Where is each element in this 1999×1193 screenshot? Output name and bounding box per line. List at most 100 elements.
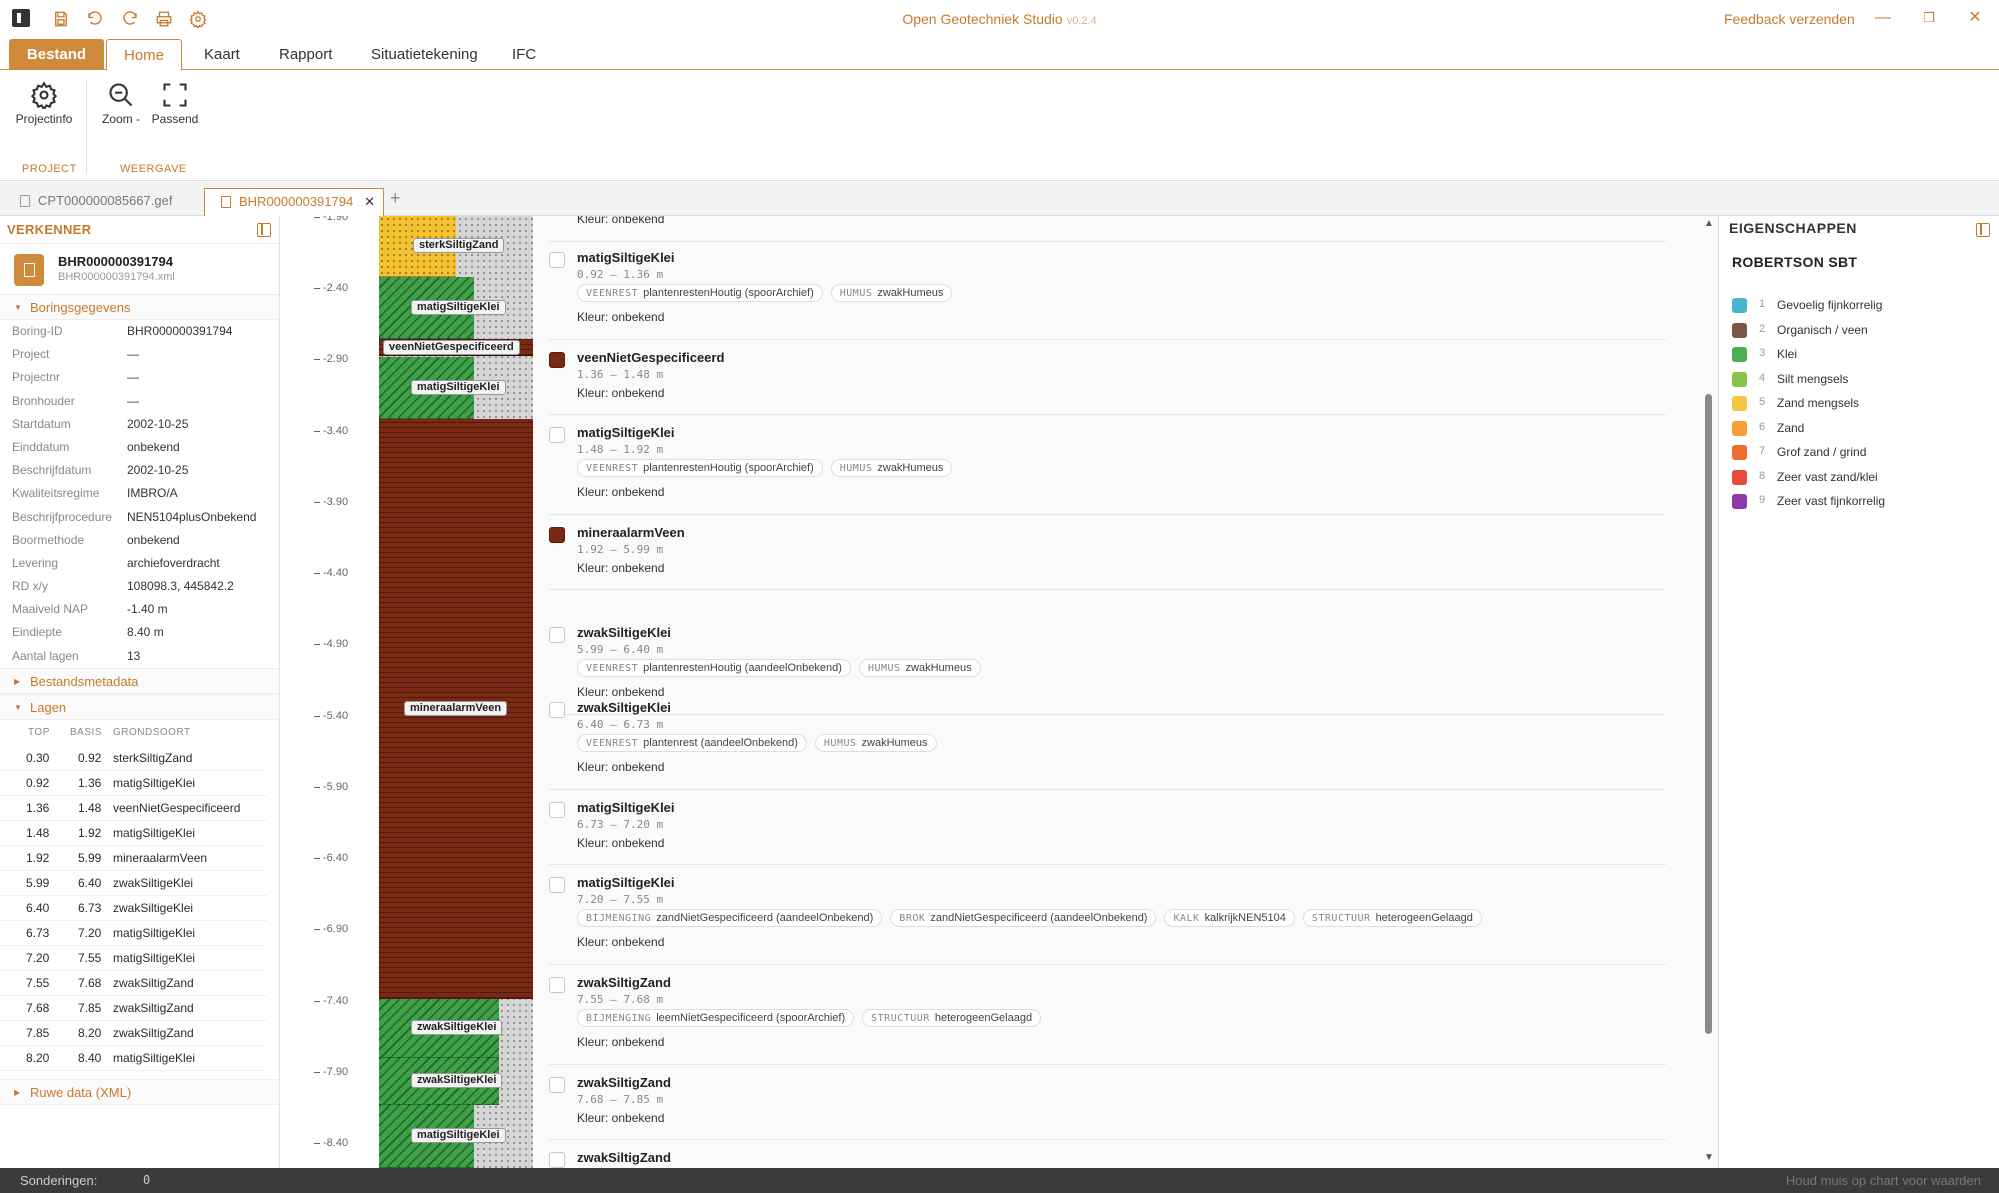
legend-item: 1 Gevoelig fijnkorrelig <box>1732 294 1992 318</box>
layer-list-item[interactable]: zwakSiltigZand 7.55 – 7.68 m BIJMENGING lee… <box>549 965 1666 1065</box>
layer-row[interactable]: 8.20 8.40 matigSiltigeKlei <box>0 1046 267 1071</box>
doc-tab-cpt[interactable]: CPT000000085667.gef <box>4 188 202 216</box>
layer-row[interactable]: 1.92 5.99 mineraalarmVeen <box>0 846 267 871</box>
layer-checkbox[interactable] <box>549 877 565 893</box>
document-tabs: CPT000000085667.gef BHR000000391794 ✕ <box>0 182 1999 216</box>
layer-checkbox[interactable] <box>549 802 565 818</box>
caret-right-icon: ▶ <box>14 1087 21 1097</box>
layer-soil: veenNietGespecificeerd <box>113 800 241 815</box>
layer-name: zwakSiltigZand <box>577 975 671 990</box>
boring-log-chart[interactable]: -1.90 -2.40 -2.90 -3.40 -3.90 -4.40 -4.90 -5.40… <box>281 216 534 1168</box>
file-card[interactable]: BHR000000391794 BHR000000391794.xml <box>0 250 279 294</box>
section-ruwe-data[interactable]: ▶ Ruwe data (XML) <box>0 1078 279 1105</box>
layer-row[interactable]: 1.48 1.92 matigSiltigeKlei <box>0 821 267 846</box>
layer-row[interactable]: 7.68 7.85 zwakSiltigZand <box>0 996 267 1021</box>
layer-checkbox[interactable] <box>549 977 565 993</box>
layer-list-item[interactable]: matigSiltigeKlei 6.73 – 7.20 m Kleur: onbe… <box>549 790 1666 865</box>
zoom-out-button[interactable]: Zoom - <box>98 81 144 126</box>
layer-row[interactable]: 7.85 8.20 zwakSiltigZand <box>0 1021 267 1046</box>
property-value: BHR000000391794 <box>127 324 233 338</box>
property-tag: VEENREST plantenrest (aandeelOnbekend) <box>577 734 807 752</box>
layer-checkbox[interactable] <box>549 252 565 268</box>
layer-list-item[interactable]: matigSiltigeKlei 7.20 – 7.55 m BIJMENGING z… <box>549 865 1666 965</box>
tab-rapport[interactable]: Rapport <box>269 39 342 70</box>
section-lagen[interactable]: ▼ Lagen <box>0 693 279 720</box>
section-boringsgegevens[interactable]: ▼ Boringsgegevens <box>0 294 279 320</box>
close-tab-icon[interactable]: ✕ <box>364 189 375 215</box>
scroll-thumb[interactable] <box>1705 394 1712 1034</box>
layer-soil: zwakSiltigeKlei <box>113 875 194 890</box>
layer-list-item[interactable]: zwakSiltigeKlei 6.40 – 6.73 m VEENREST plan… <box>549 690 1666 790</box>
projectinfo-button[interactable]: Projectinfo <box>15 81 73 126</box>
tab-kaart[interactable]: Kaart <box>194 39 250 70</box>
tab-situatietekening[interactable]: Situatietekening <box>361 39 488 70</box>
layer-checkbox[interactable] <box>549 427 565 443</box>
depth-tick-label: -5.90 <box>313 780 349 793</box>
layer-checkbox[interactable] <box>549 352 565 368</box>
soil-layer-label: matigSiltigeKlei <box>411 1128 506 1144</box>
layer-checkbox[interactable] <box>549 627 565 643</box>
scroll-up-icon[interactable]: ▲ <box>1704 218 1714 229</box>
property-value: — <box>127 370 139 385</box>
layer-row[interactable]: 7.55 7.68 zwakSiltigZand <box>0 971 267 996</box>
property-value: 108098.3, 445842.2 <box>127 579 234 594</box>
layer-list-item[interactable]: matigSiltigeKlei 1.48 – 1.92 m VEENREST pla… <box>549 415 1666 515</box>
layer-row[interactable]: 6.40 6.73 zwakSiltigeKlei <box>0 896 267 921</box>
layer-checkbox[interactable] <box>549 527 565 543</box>
add-tab-icon[interactable]: + <box>390 188 401 209</box>
layer-row[interactable]: 7.20 7.55 matigSiltigeKlei <box>0 946 267 971</box>
property-tag: VEENREST plantenrestenHoutig (aandeelOnbe… <box>577 659 851 677</box>
property-row: Maaiveld NAP -1.40 m <box>0 598 279 621</box>
layer-row[interactable]: 1.36 1.48 veenNietGespecificeerd <box>0 796 267 821</box>
scroll-down-icon[interactable]: ▼ <box>1704 1152 1714 1163</box>
layer-row[interactable]: 0.92 1.36 matigSiltigeKlei <box>0 771 267 796</box>
property-row: Boormethode onbekend <box>0 529 279 552</box>
layer-top: 7.20 <box>26 950 50 965</box>
layer-top: 6.40 <box>26 900 50 915</box>
layer-soil: matigSiltigeKlei <box>113 925 196 940</box>
layer-checkbox[interactable] <box>549 1152 565 1168</box>
properties-panel: EIGENSCHAPPEN ROBERTSON SBT 1 Gevoelig fi… <box>1718 216 1999 1168</box>
tab-home[interactable]: Home <box>106 39 182 71</box>
depth-tick-label: -6.40 <box>313 852 349 865</box>
layer-list-item[interactable]: zwakSiltigZand <box>549 1140 1666 1168</box>
layer-row[interactable]: 6.73 7.20 matigSiltigeKlei <box>0 921 267 946</box>
layer-row[interactable]: 0.30 0.92 sterkSiltigZand <box>0 746 267 771</box>
tag-key: STRUCTUUR <box>1311 913 1371 924</box>
layer-basis: 6.73 <box>78 900 102 915</box>
panel-toggle-icon[interactable] <box>1976 223 1990 237</box>
layer-list-item[interactable]: veenNietGespecificeerd 1.36 – 1.48 m Kleur… <box>549 340 1666 415</box>
tab-bestand[interactable]: Bestand <box>9 39 104 70</box>
property-value: IMBRO/A <box>127 486 178 501</box>
layer-checkbox[interactable] <box>549 1077 565 1093</box>
panel-toggle-icon[interactable] <box>257 223 271 237</box>
layer-tags: BIJMENGING zandNietGespecificeerd (aandee… <box>577 909 1482 927</box>
tag-value: zandNietGespecificeerd (aandeelOnbekend) <box>656 912 874 924</box>
passend-button[interactable]: Passend <box>150 81 200 126</box>
tab-ifc[interactable]: IFC <box>502 39 546 70</box>
layer-list-item[interactable]: matigSiltigeKlei 0.92 – 1.36 m VEENREST pla… <box>549 240 1666 340</box>
layer-checkbox[interactable] <box>549 702 565 718</box>
legend-item: 7 Grof zand / grind <box>1732 441 1992 465</box>
caret-down-icon: ▼ <box>14 702 22 712</box>
section-bestandsmetadata[interactable]: ▶ Bestandsmetadata <box>0 667 279 694</box>
feedback-link[interactable]: Feedback verzenden <box>1724 11 1855 27</box>
legend-item: 9 Zeer vast fijnkorrelig <box>1732 490 1992 514</box>
doc-tab-bhr[interactable]: BHR000000391794 ✕ <box>204 188 384 216</box>
layer-row[interactable]: 5.99 6.40 zwakSiltigeKlei <box>0 871 267 896</box>
property-key: Projectnr <box>12 370 61 385</box>
minimize-icon[interactable]: — <box>1868 6 1898 30</box>
soil-layer-label: matigSiltigeKlei <box>411 379 506 395</box>
zoom-out-icon <box>109 83 133 107</box>
legend-item: 6 Zand <box>1732 417 1992 441</box>
layer-list-item[interactable]: mineraalarmVeen 1.92 – 5.99 m Kleur: onbek… <box>549 515 1666 590</box>
layer-list-item[interactable]: zwakSiltigZand 7.68 – 7.85 m Kleur: onbeke… <box>549 1065 1666 1140</box>
close-window-icon[interactable]: ✕ <box>1960 6 1990 30</box>
restore-icon[interactable]: ❐ <box>1914 6 1944 30</box>
layer-kleur: Kleur: onbekend <box>577 386 665 400</box>
layer-top: 1.36 <box>26 800 50 815</box>
layer-basis: 7.68 <box>78 975 102 990</box>
vertical-scrollbar[interactable]: ▲ ▼ <box>1700 216 1718 1168</box>
legend-swatch <box>1732 469 1747 485</box>
fit-icon <box>163 83 187 107</box>
